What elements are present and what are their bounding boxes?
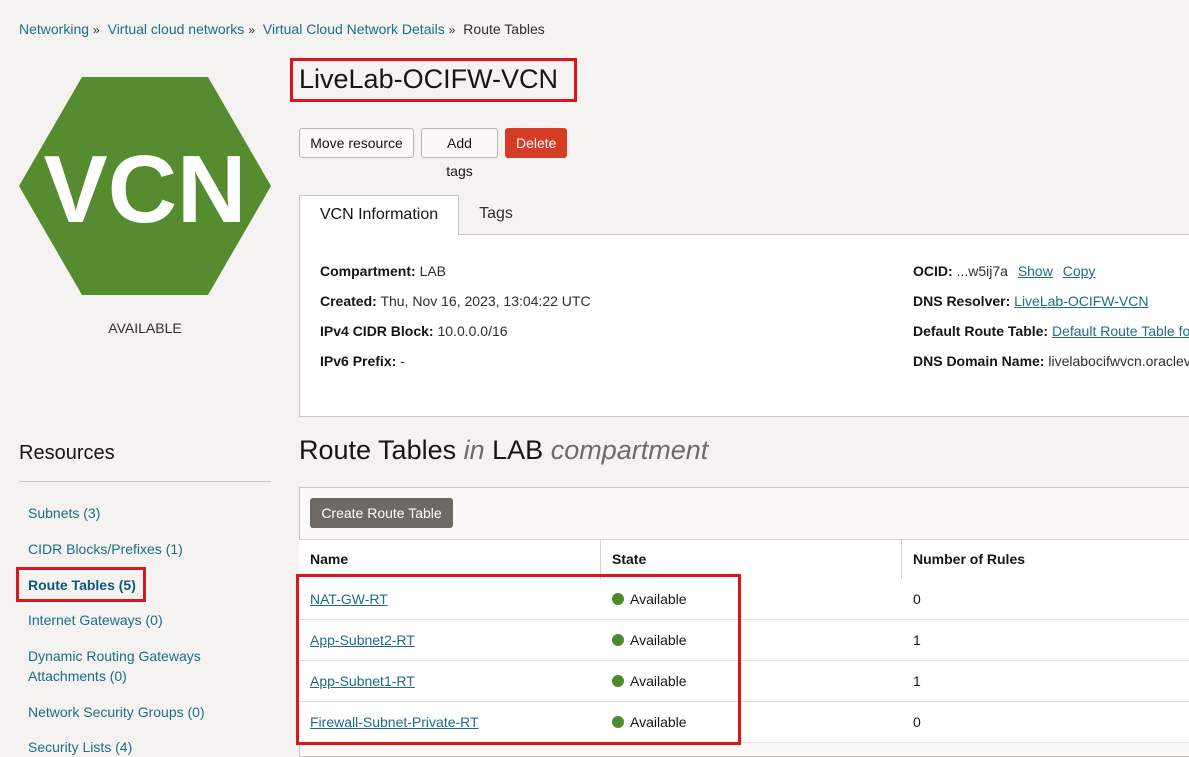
breadcrumb: Networking» Virtual cloud networks» Virt… (19, 21, 545, 37)
breadcrumb-vcns[interactable]: Virtual cloud networks (108, 21, 245, 37)
dns-resolver-field: DNS Resolver: LiveLab-OCIFW-VCN (913, 293, 1148, 309)
ipv6-label: IPv6 Prefix: (320, 353, 397, 369)
ipv4-label: IPv4 CIDR Block: (320, 323, 434, 339)
created-field: Created: Thu, Nov 16, 2023, 13:04:22 UTC (320, 293, 591, 309)
column-header-name[interactable]: Name (299, 539, 348, 579)
ipv4-field: IPv4 CIDR Block: 10.0.0.0/16 (320, 323, 508, 339)
compartment-value: LAB (419, 263, 447, 279)
section-title-in: in (463, 435, 485, 465)
vcn-information-panel: Compartment: LAB Created: Thu, Nov 16, 2… (299, 234, 1189, 417)
dns-domain-label: DNS Domain Name: (913, 353, 1045, 369)
rules-count: 0 (913, 714, 921, 730)
rows-highlight (296, 574, 741, 745)
dns-domain-field: DNS Domain Name: livelabocifwvcn.oraclev (913, 353, 1189, 369)
column-header-rules[interactable]: Number of Rules (902, 539, 1025, 579)
sidebar-item-subnets[interactable]: Subnets (3) (28, 503, 268, 523)
page-title: LiveLab-OCIFW-VCN (299, 64, 559, 94)
sidebar-item-internet-gateways[interactable]: Internet Gateways (0) (28, 610, 268, 630)
resources-title: Resources (19, 442, 115, 464)
breadcrumb-separator: » (93, 23, 100, 37)
compartment-label: Compartment: (320, 263, 416, 279)
section-title-suffix: compartment (550, 435, 709, 465)
default-route-table-link[interactable]: Default Route Table fo (1052, 323, 1189, 339)
section-title-text: Route Tables (299, 435, 457, 465)
delete-button[interactable]: Delete (505, 128, 567, 158)
sidebar-item-route-tables[interactable]: Route Tables (5) (28, 575, 268, 595)
column-divider (901, 540, 902, 579)
default-route-table-field: Default Route Table: Default Route Table… (913, 323, 1189, 339)
rules-count: 1 (913, 673, 921, 689)
sidebar-item-network-security-groups[interactable]: Network Security Groups (0) (28, 702, 268, 722)
vcn-logo-text: VCN (44, 136, 247, 243)
move-resource-button[interactable]: Move resource (299, 128, 414, 158)
breadcrumb-vcn-details[interactable]: Virtual Cloud Network Details (263, 21, 445, 37)
dns-resolver-label: DNS Resolver: (913, 293, 1011, 309)
resources-divider (19, 481, 271, 482)
created-value: Thu, Nov 16, 2023, 13:04:22 UTC (380, 293, 591, 309)
tab-tags[interactable]: Tags (460, 195, 532, 234)
breadcrumb-current: Route Tables (463, 21, 545, 37)
ocid-field: OCID: ...w5ij7a Show Copy (913, 263, 1095, 279)
sidebar-item-security-lists[interactable]: Security Lists (4) (28, 737, 268, 757)
dns-domain-value: livelabocifwvcn.oraclev (1048, 353, 1189, 369)
ipv6-field: IPv6 Prefix: - (320, 353, 405, 369)
lifecycle-state: AVAILABLE (108, 320, 182, 336)
ipv4-value: 10.0.0.0/16 (437, 323, 508, 339)
created-label: Created: (320, 293, 377, 309)
dns-resolver-link[interactable]: LiveLab-OCIFW-VCN (1014, 293, 1148, 309)
compartment-field: Compartment: LAB (320, 263, 446, 279)
ocid-value: ...w5ij7a (956, 263, 1008, 279)
sidebar-item-cidr-blocks[interactable]: CIDR Blocks/Prefixes (1) (28, 539, 268, 559)
create-route-table-button[interactable]: Create Route Table (310, 498, 453, 528)
breadcrumb-separator: » (448, 23, 456, 37)
section-title-compartment: LAB (492, 435, 544, 465)
vcn-hexagon-icon: VCN (19, 77, 271, 295)
section-title: Route Tables in LAB compartment (299, 435, 708, 466)
breadcrumb-separator: » (248, 23, 255, 37)
rules-count: 1 (913, 632, 921, 648)
default-route-table-label: Default Route Table: (913, 323, 1049, 339)
sidebar-item-drg-attachments[interactable]: Dynamic Routing Gateways Attachments (0) (28, 646, 228, 686)
column-header-state[interactable]: State (601, 539, 646, 579)
add-tags-button[interactable]: Add tags (421, 128, 498, 179)
ocid-show-link[interactable]: Show (1018, 263, 1053, 279)
breadcrumb-networking[interactable]: Networking (19, 21, 89, 37)
ipv6-value: - (400, 353, 405, 369)
ocid-copy-link[interactable]: Copy (1063, 263, 1096, 279)
ocid-label: OCID: (913, 263, 953, 279)
tab-vcn-information[interactable]: VCN Information (299, 195, 459, 235)
rules-count: 0 (913, 591, 921, 607)
